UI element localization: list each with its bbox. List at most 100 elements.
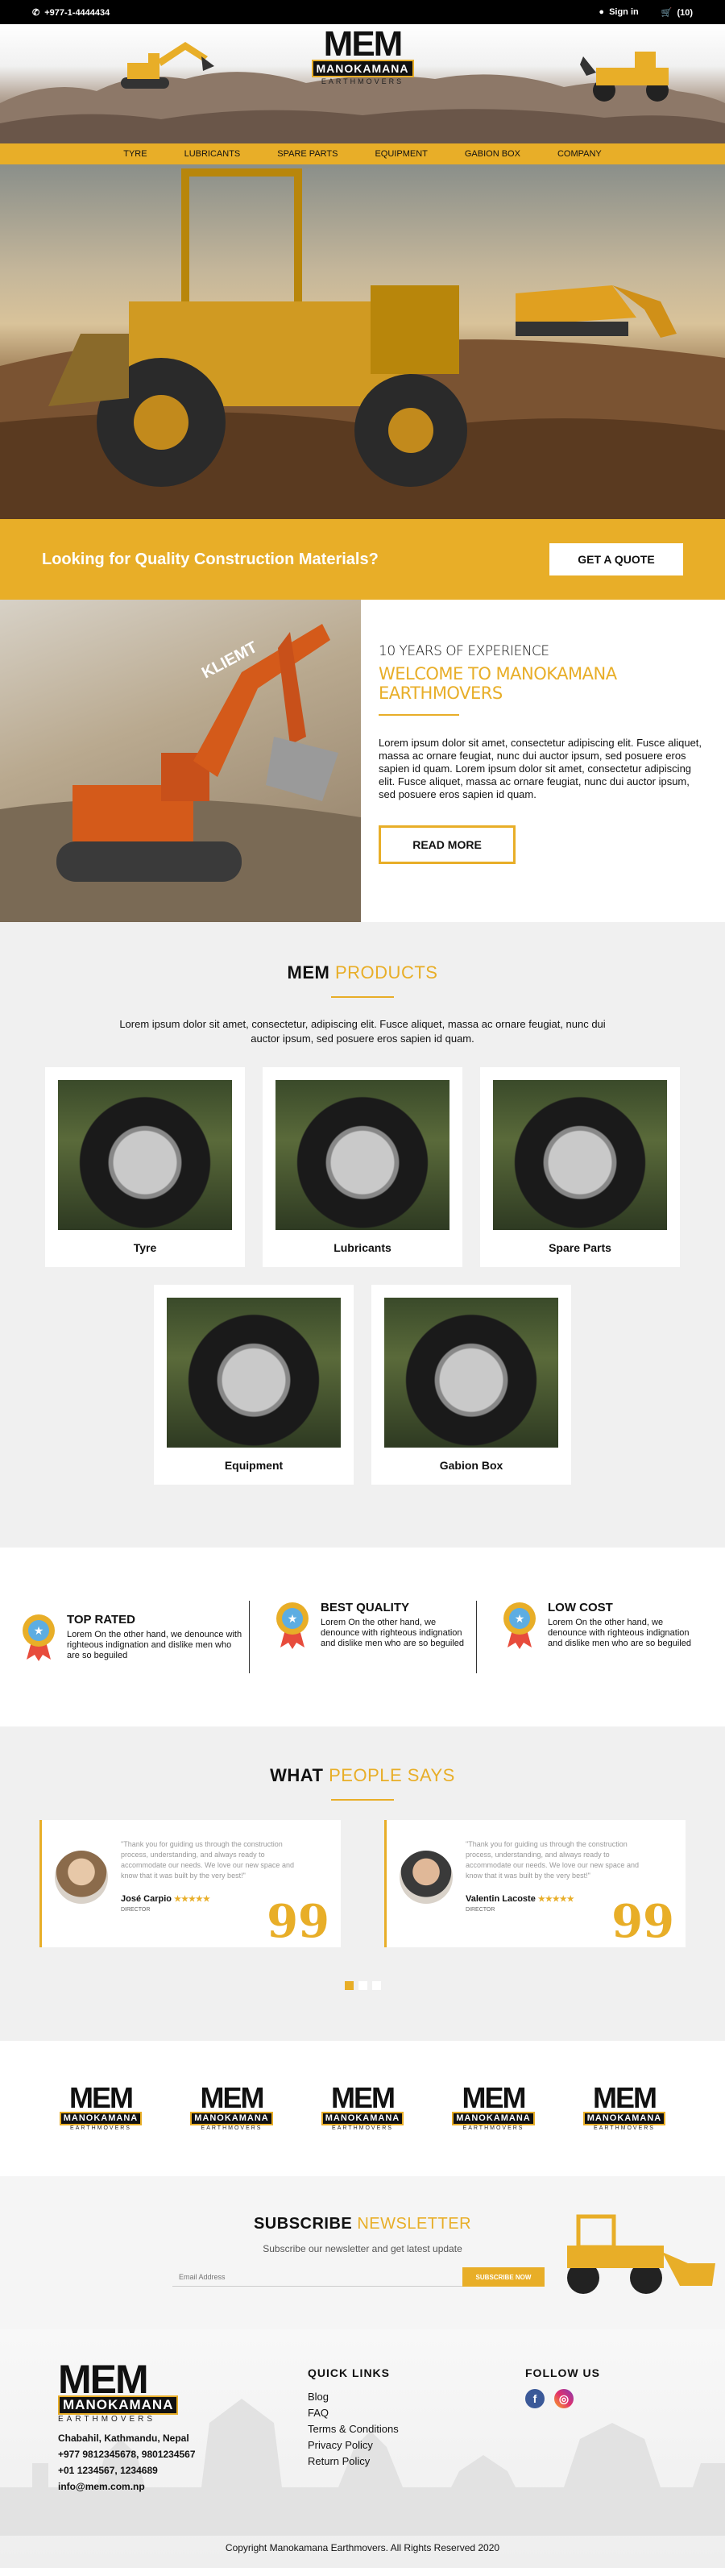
- hero-loader-photo: [0, 168, 725, 519]
- footer-link-blog[interactable]: Blog: [308, 2389, 525, 2405]
- follow-us: FOLLOW US f ◎: [525, 2363, 600, 2495]
- features-section: ★ TOP RATED Lorem On the other hand, we d…: [0, 1548, 725, 1726]
- footer-link-privacy[interactable]: Privacy Policy: [308, 2437, 525, 2453]
- nav-spare-parts[interactable]: SPARE PARTS: [259, 149, 356, 159]
- carousel-dot-active[interactable]: [344, 1981, 354, 1990]
- follow-us-title: FOLLOW US: [525, 2366, 600, 2379]
- nav-company[interactable]: COMPANY: [539, 149, 620, 159]
- logo-earthmovers: EARTHMOVERS: [332, 2125, 393, 2131]
- feature-text: Lorem On the other hand, we denounce wit…: [67, 1630, 242, 1660]
- product-card-lubricants[interactable]: Lubricants: [263, 1067, 462, 1267]
- phone-contact[interactable]: ✆ +977-1-4444434: [32, 7, 110, 18]
- footer-link-terms[interactable]: Terms & Conditions: [308, 2421, 525, 2437]
- read-more-button[interactable]: READ MORE: [379, 825, 516, 864]
- feature-title: TOP RATED: [67, 1613, 136, 1627]
- product-card-tyre[interactable]: Tyre: [45, 1067, 245, 1267]
- author-name: José Carpio: [121, 1894, 172, 1904]
- email-field[interactable]: [172, 2267, 462, 2287]
- logo-mem: MEM: [200, 2081, 265, 2114]
- tyre-image: [58, 1080, 232, 1230]
- cart-count: (10): [677, 7, 693, 18]
- newsletter-section: SUBSCRIBE NEWSLETTER Subscribe our newsl…: [0, 2176, 725, 2329]
- product-label: Lubricants: [334, 1241, 392, 1254]
- carousel-dot[interactable]: [358, 1981, 367, 1990]
- footer-mobile[interactable]: +977 9812345678, 9801234567: [58, 2446, 308, 2462]
- medal-icon: ★: [503, 1602, 536, 1649]
- brand-logo[interactable]: MEM MANOKAMANA EARTHMOVERS: [321, 2084, 404, 2131]
- logo-manokamana: MANOKAMANA: [59, 2112, 143, 2125]
- feature-top-rated: ★ TOP RATED Lorem On the other hand, we d…: [22, 1613, 249, 1661]
- carousel-dots: [0, 1981, 725, 1990]
- feature-best-quality: ★ BEST QUALITY Lorem On the other hand, w…: [249, 1601, 476, 1673]
- footer-phone[interactable]: +01 1234567, 1234689: [58, 2462, 308, 2478]
- feature-title: LOW COST: [548, 1601, 613, 1614]
- testimonials-title-a: WHAT: [270, 1765, 324, 1785]
- feature-text: Lorem On the other hand, we denounce wit…: [548, 1618, 691, 1648]
- sign-in-label: Sign in: [609, 7, 639, 17]
- footer-link-faq[interactable]: FAQ: [308, 2405, 525, 2421]
- nav-gabion-box[interactable]: GABION BOX: [446, 149, 539, 159]
- carousel-dot[interactable]: [371, 1981, 381, 1990]
- product-label: Spare Parts: [549, 1241, 611, 1254]
- avatar: [400, 1851, 453, 1904]
- nav-equipment[interactable]: EQUIPMENT: [356, 149, 445, 159]
- cart-icon: 🛒: [661, 7, 673, 18]
- logo-mem: MEM: [462, 2081, 527, 2114]
- sign-in-link[interactable]: ● Sign in: [599, 7, 638, 17]
- testimonial-card: "Thank you for guiding us through the co…: [384, 1820, 686, 1947]
- heading-underline: [379, 714, 459, 716]
- logo-mem: MEM: [58, 2357, 149, 2402]
- product-card-spare-parts[interactable]: Spare Parts: [480, 1067, 680, 1267]
- star-rating: ★★★★★: [174, 1895, 210, 1904]
- cart-link[interactable]: 🛒 (10): [661, 7, 693, 18]
- logo-mem: MEM: [593, 2081, 657, 2114]
- products-title-b: PRODUCTS: [335, 962, 438, 983]
- footer-logo[interactable]: MEM MANOKAMANA EARTHMOVERS: [58, 2357, 308, 2424]
- logo-manokamana: MANOKAMANA: [321, 2112, 404, 2125]
- contact-details: Chabahil, Kathmandu, Nepal +977 98123456…: [58, 2430, 308, 2495]
- svg-text:★: ★: [515, 1612, 525, 1625]
- brand-logo[interactable]: MEM MANOKAMANA EARTHMOVERS: [582, 2081, 666, 2131]
- experience-heading: 10 YEARS OF EXPERIENCE: [379, 643, 549, 659]
- logo-earthmovers: EARTHMOVERS: [58, 2415, 156, 2424]
- quote-banner-text: Looking for Quality Construction Materia…: [42, 550, 379, 568]
- logo-manokamana: MANOKAMANA: [311, 60, 414, 77]
- phone-number: +977-1-4444434: [44, 7, 110, 18]
- logo-earthmovers: EARTHMOVERS: [321, 77, 404, 85]
- testimonials-title: WHAT PEOPLE SAYS: [0, 1765, 725, 1786]
- nav-lubricants[interactable]: LUBRICANTS: [166, 149, 259, 159]
- facebook-icon[interactable]: f: [525, 2389, 545, 2408]
- logo-mem: MEM: [69, 2081, 134, 2114]
- get-a-quote-button[interactable]: GET A QUOTE: [549, 543, 683, 575]
- footer-email[interactable]: info@mem.com.np: [58, 2478, 308, 2495]
- subscribe-now-button[interactable]: SUBSCRIBE NOW: [462, 2267, 545, 2287]
- instagram-icon[interactable]: ◎: [554, 2389, 574, 2408]
- logo-manokamana: MANOKAMANA: [190, 2112, 273, 2125]
- logo-earthmovers: EARTHMOVERS: [462, 2125, 524, 2131]
- products-title-a: MEM: [287, 962, 330, 983]
- top-bar: ✆ +977-1-4444434 ● Sign in 🛒 (10): [0, 0, 725, 24]
- about-section: KLIEMT 10 YEARS OF EXPERIENCE WELCOME TO…: [0, 600, 725, 922]
- excavator-photo: KLIEMT: [0, 624, 361, 922]
- brand-logo[interactable]: MEM MANOKAMANA EARTHMOVERS: [59, 2081, 143, 2131]
- product-card-equipment[interactable]: Equipment: [154, 1285, 354, 1485]
- header-banner: MEM MANOKAMANA EARTHMOVERS: [0, 24, 725, 143]
- product-card-gabion-box[interactable]: Gabion Box: [371, 1285, 571, 1485]
- footer-contact: MEM MANOKAMANA EARTHMOVERS Chabahil, Kat…: [58, 2357, 308, 2495]
- brand-logos-strip: MEM MANOKAMANA EARTHMOVERS MEM MANOKAMANA EA…: [0, 2041, 725, 2176]
- logo-manokamana: MANOKAMANA: [452, 2112, 535, 2125]
- testimonial-quote: "Thank you for guiding us through the co…: [121, 1840, 294, 1880]
- logo-earthmovers: EARTHMOVERS: [201, 2125, 263, 2131]
- product-label: Equipment: [224, 1459, 284, 1472]
- excavator-illustration: [121, 42, 214, 89]
- products-section: MEM PRODUCTS Lorem ipsum dolor sit amet,…: [0, 922, 725, 1548]
- brand-logo[interactable]: MEM MANOKAMANA EARTHMOVERS: [190, 2081, 273, 2131]
- testimonials-title-b: PEOPLE SAYS: [329, 1765, 455, 1785]
- title-underline: [331, 1799, 394, 1801]
- site-logo[interactable]: MEM MANOKAMANA EARTHMOVERS: [306, 27, 419, 85]
- brand-logo[interactable]: MEM MANOKAMANA EARTHMOVERS: [452, 2081, 535, 2131]
- nav-tyre[interactable]: TYRE: [105, 149, 165, 159]
- quick-links: QUICK LINKS Blog FAQ Terms & Conditions …: [308, 2363, 525, 2495]
- footer-link-return[interactable]: Return Policy: [308, 2453, 525, 2470]
- quote-banner: Looking for Quality Construction Materia…: [0, 519, 725, 600]
